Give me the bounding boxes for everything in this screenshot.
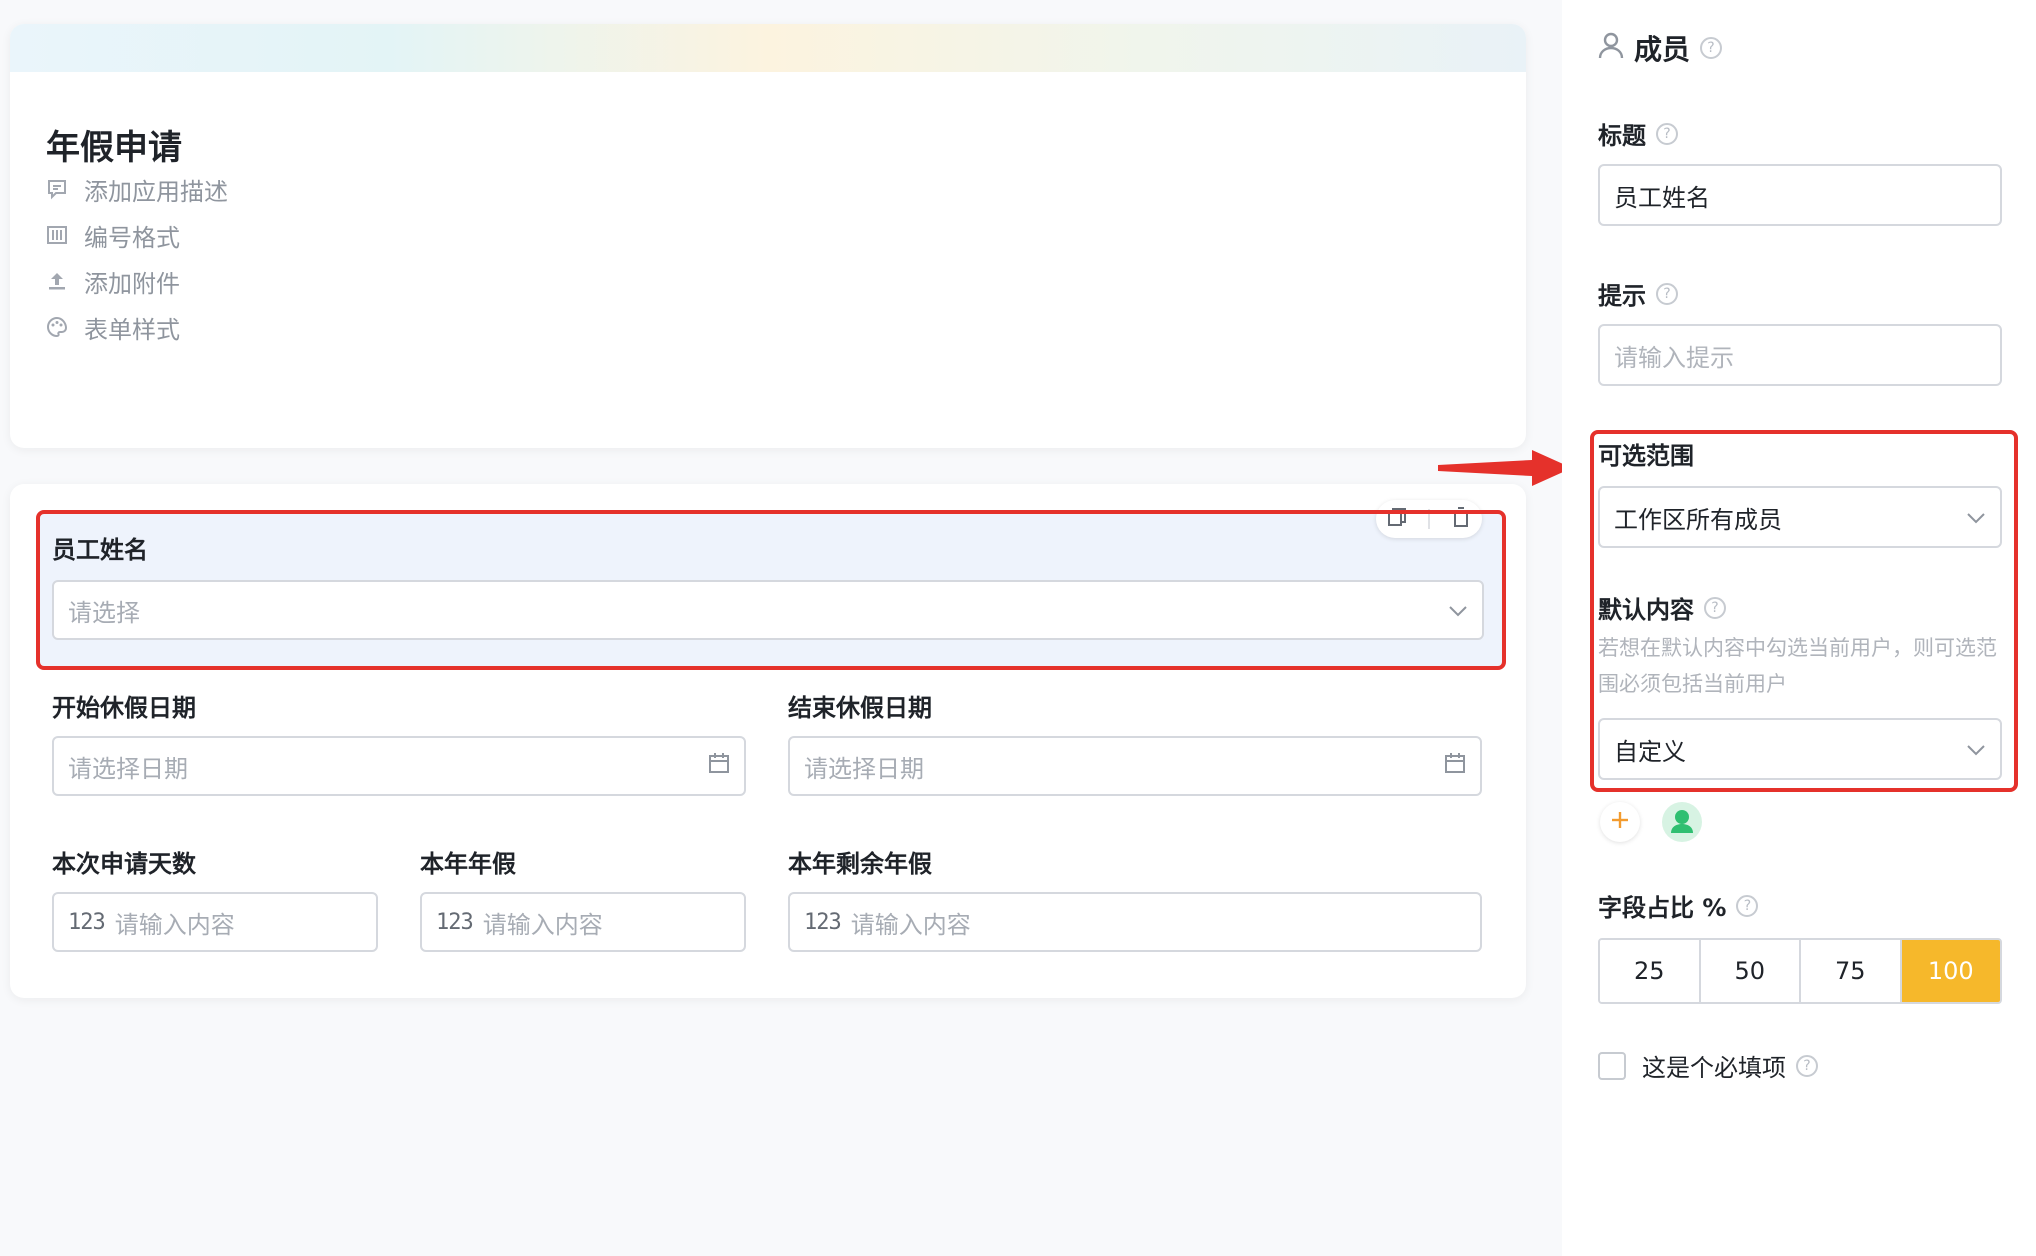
upload-icon <box>46 270 68 292</box>
hint-label: 提示 <box>1598 282 1646 310</box>
chevron-down-icon <box>1448 598 1468 623</box>
help-icon[interactable]: ? <box>1700 37 1723 59</box>
comment-icon <box>46 178 68 200</box>
hint-label-row: 提示 ? <box>1598 276 1678 311</box>
width-option-25[interactable]: 25 <box>1600 940 1701 1002</box>
width-label: 字段占比 % <box>1598 894 1727 922</box>
end-date-label: 结束休假日期 <box>788 694 932 722</box>
range-label: 可选范围 <box>1598 442 1694 470</box>
end-date-input[interactable]: 请选择日期 <box>788 736 1482 796</box>
start-date-label: 开始休假日期 <box>52 694 196 722</box>
help-icon[interactable]: ? <box>1656 282 1678 305</box>
days-input[interactable]: 123 请输入内容 <box>52 892 378 952</box>
required-label: 这是个必填项 <box>1642 1054 1786 1082</box>
range-value: 工作区所有成员 <box>1614 505 1782 534</box>
annual-input[interactable]: 123 请输入内容 <box>420 892 746 952</box>
add-description-label: 添加应用描述 <box>84 177 228 206</box>
person-icon <box>1598 31 1624 66</box>
help-icon[interactable]: ? <box>1704 596 1726 619</box>
help-icon[interactable]: ? <box>1736 894 1759 917</box>
end-date-placeholder: 请选择日期 <box>804 754 924 783</box>
chevron-down-icon <box>1966 737 1986 761</box>
required-checkbox[interactable] <box>1598 1052 1626 1080</box>
header-banner <box>10 24 1526 72</box>
add-attachment-label: 添加附件 <box>84 269 180 298</box>
form-title[interactable]: 年假申请 <box>46 120 182 169</box>
employee-name-label: 员工姓名 <box>52 536 148 564</box>
number-icon: 123 <box>436 909 474 935</box>
arrow-annotation <box>1438 450 1572 486</box>
title-label: 标题 <box>1598 122 1646 150</box>
field-type-label: 成员 <box>1634 33 1691 66</box>
palette-icon <box>46 316 68 338</box>
range-select[interactable]: 工作区所有成员 <box>1598 486 2002 548</box>
width-segmented-control: 25 50 75 100 <box>1598 938 2002 1004</box>
width-option-50[interactable]: 50 <box>1700 940 1801 1002</box>
calendar-icon <box>1444 752 1466 780</box>
range-label-row: 可选范围 <box>1598 436 1694 471</box>
help-icon[interactable]: ? <box>1656 122 1678 145</box>
add-description-item[interactable]: 添加应用描述 <box>46 172 228 206</box>
title-value: 员工姓名 <box>1614 183 1710 212</box>
field-type-header: 成员 ? <box>1598 28 1723 68</box>
start-date-placeholder: 请选择日期 <box>68 754 188 783</box>
remaining-input[interactable]: 123 请输入内容 <box>788 892 1482 952</box>
number-format-icon <box>46 224 68 246</box>
default-label: 默认内容 <box>1598 596 1694 624</box>
default-hint-text: 若想在默认内容中勾选当前用户，则可选范围必须包括当前用户 <box>1598 636 1997 696</box>
employee-name-select[interactable]: 请选择 <box>52 580 1484 640</box>
required-row: 这是个必填项 ? <box>1642 1048 1818 1083</box>
width-option-100[interactable]: 100 <box>1901 940 2000 1002</box>
default-label-row: 默认内容 ? <box>1598 590 1726 625</box>
form-header-card: 年假申请 添加应用描述 编号格式 添加附件 表单样式 <box>10 24 1526 448</box>
form-style-item[interactable]: 表单样式 <box>46 310 180 344</box>
number-icon: 123 <box>804 909 842 935</box>
default-select[interactable]: 自定义 <box>1598 718 2002 780</box>
title-label-row: 标题 ? <box>1598 116 1678 151</box>
chevron-down-icon <box>1966 505 1986 529</box>
employee-name-placeholder: 请选择 <box>68 598 140 627</box>
hint-input[interactable]: 请输入提示 <box>1598 324 2002 386</box>
help-icon[interactable]: ? <box>1796 1054 1818 1077</box>
annual-placeholder: 请输入内容 <box>482 910 603 939</box>
width-label-row: 字段占比 % ? <box>1598 888 1759 923</box>
add-member-button[interactable] <box>1600 802 1640 842</box>
remaining-label: 本年剩余年假 <box>788 850 932 878</box>
calendar-icon <box>708 752 730 780</box>
hint-placeholder: 请输入提示 <box>1614 343 1734 372</box>
number-icon: 123 <box>68 909 106 935</box>
default-value: 自定义 <box>1614 737 1686 766</box>
form-style-label: 表单样式 <box>84 315 180 344</box>
current-user-avatar[interactable] <box>1662 802 1702 842</box>
delete-icon[interactable] <box>1450 506 1472 533</box>
avatar-icon <box>1669 807 1695 837</box>
width-option-75[interactable]: 75 <box>1801 940 1902 1002</box>
field-actions-toolbar <box>1376 500 1482 538</box>
title-input[interactable]: 员工姓名 <box>1598 164 2002 226</box>
copy-icon[interactable] <box>1386 506 1408 533</box>
start-date-input[interactable]: 请选择日期 <box>52 736 746 796</box>
days-label: 本次申请天数 <box>52 850 196 878</box>
number-format-item[interactable]: 编号格式 <box>46 218 180 252</box>
number-format-label: 编号格式 <box>84 223 180 252</box>
add-attachment-item[interactable]: 添加附件 <box>46 264 180 298</box>
days-placeholder: 请输入内容 <box>114 910 235 939</box>
annual-label: 本年年假 <box>420 850 516 878</box>
plus-icon <box>1609 809 1631 835</box>
actions-divider <box>1428 509 1430 529</box>
remaining-placeholder: 请输入内容 <box>850 910 971 939</box>
